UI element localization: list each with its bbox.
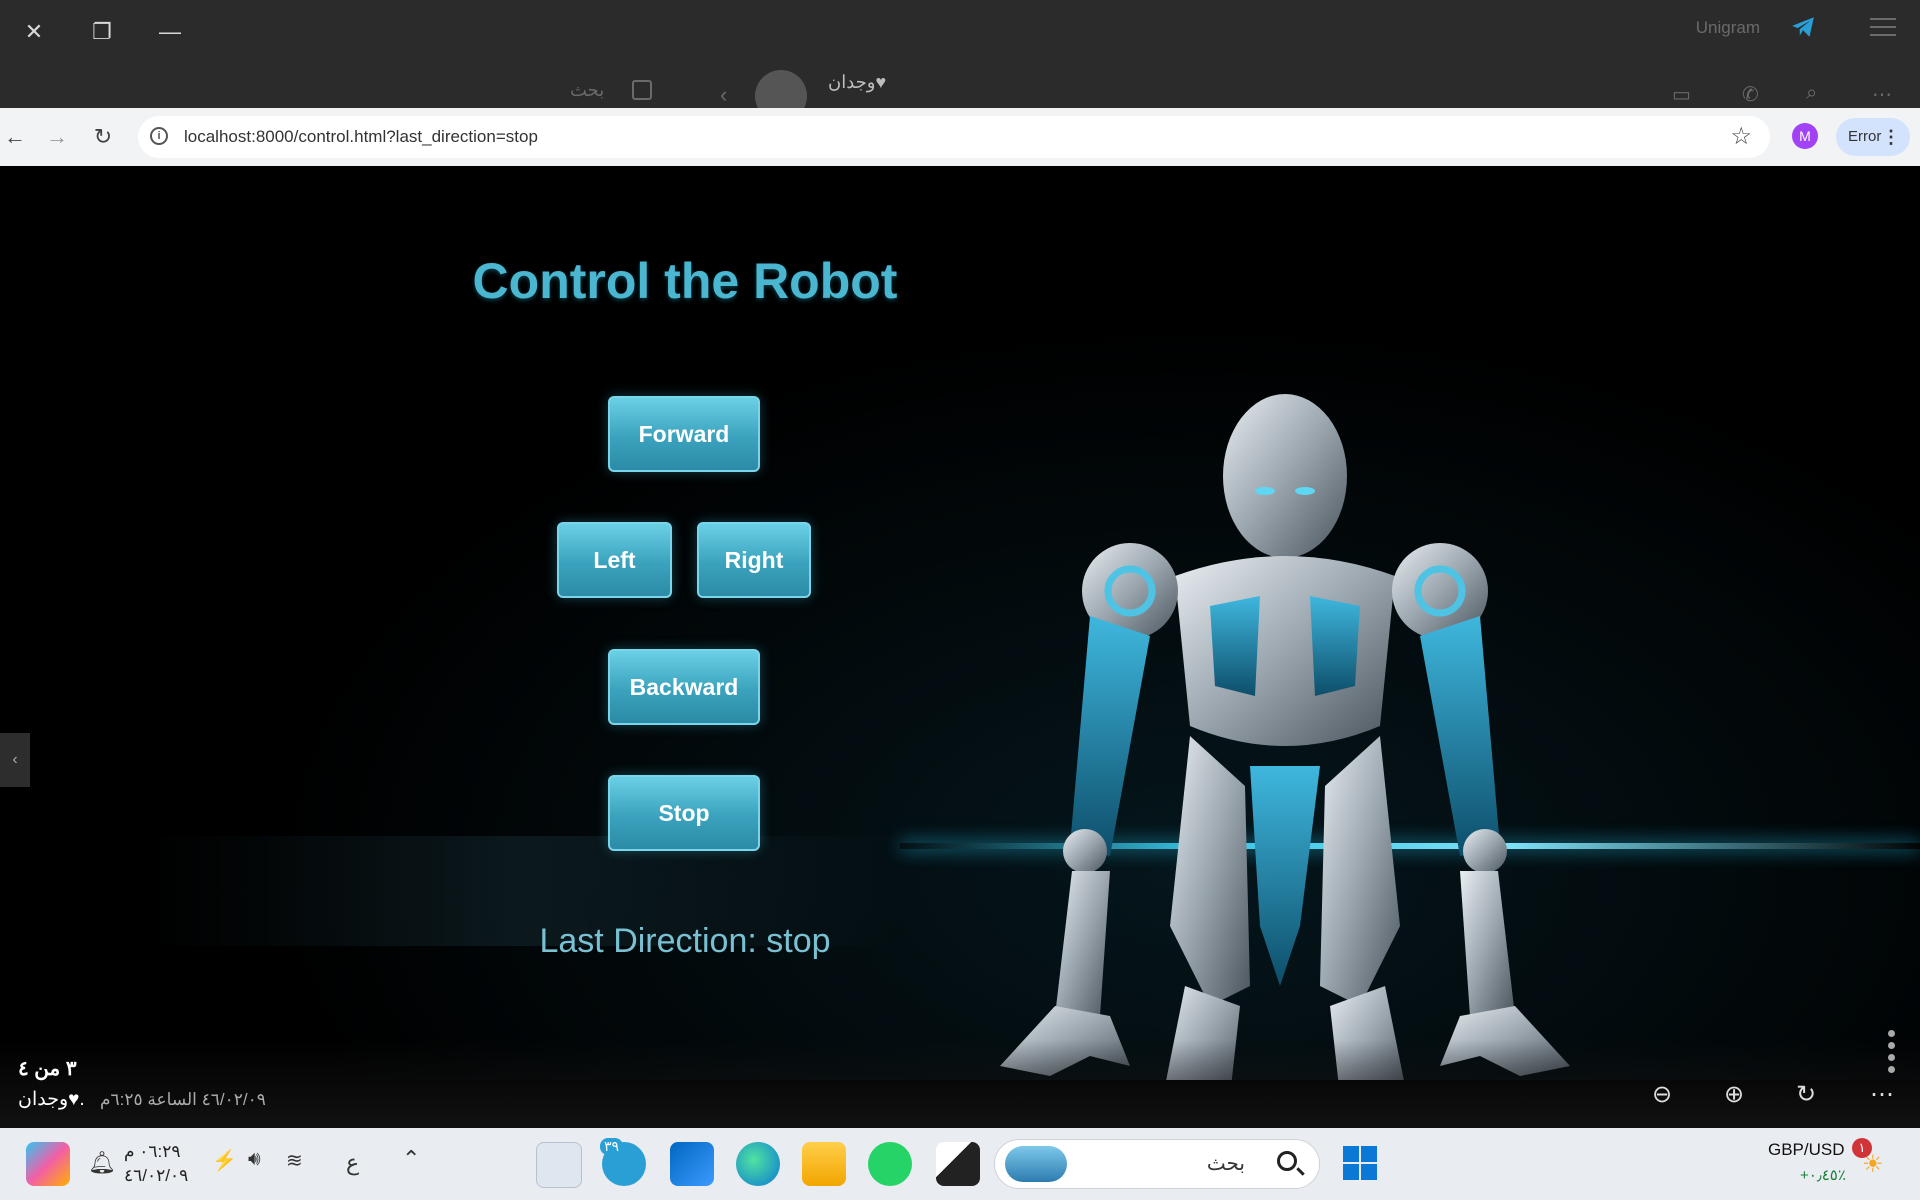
telegram-badge: ٣٩ [600, 1138, 624, 1155]
phone-icon[interactable]: ✆ [1742, 82, 1759, 107]
chevron-left-icon[interactable]: ‹ [0, 733, 30, 787]
zoom-out-icon[interactable]: ⊖ [1652, 1080, 1672, 1109]
minimize-icon[interactable]: — [152, 14, 188, 50]
notepad-icon[interactable] [536, 1142, 582, 1188]
search-icon[interactable]: ⌕ [1806, 82, 1817, 105]
taskbar: 🔔︎ ٠٦:٢٩ م ٤٦/٠٢/٠٩ ⚡ 🔊︎ ≋ ع ⌃ ٣٩ بحث GB… [0, 1128, 1920, 1200]
back-icon[interactable]: ← [0, 122, 30, 152]
more-icon[interactable]: ⋯ [1872, 82, 1892, 107]
app-name: Unigram [1695, 18, 1760, 37]
robot-image [1000, 394, 1570, 1080]
taskbar-search[interactable]: بحث [994, 1139, 1320, 1189]
chevron-left-icon[interactable]: ‹ [720, 82, 727, 108]
bookmark-star-icon[interactable]: ☆ [1730, 122, 1752, 151]
bell-icon[interactable]: 🔔︎ [88, 1150, 116, 1176]
sender-name[interactable]: وجدان♥. [18, 1088, 85, 1111]
restore-icon[interactable]: ❐ [84, 14, 120, 50]
profile-avatar[interactable]: M [1792, 123, 1818, 149]
fx-widget-change[interactable]: +٠٫٤٥٪ [1800, 1166, 1846, 1184]
search-icon [1277, 1151, 1297, 1171]
file-explorer-icon[interactable] [802, 1142, 846, 1186]
store-icon[interactable] [670, 1142, 714, 1186]
error-button[interactable]: Error ⋮ [1836, 118, 1910, 156]
telegram-titlebar: ✕ ❐ — Unigram بحث ‹ وجدان♥ ▭ ✆ ⌕ ⋯ [0, 0, 1920, 122]
zoom-in-icon[interactable]: ⊕ [1724, 1080, 1744, 1109]
language-indicator[interactable]: ع [346, 1150, 359, 1176]
forward-icon[interactable]: → [42, 122, 72, 152]
vertical-dots-icon[interactable] [1888, 1030, 1896, 1078]
search-placeholder: بحث [1206, 1153, 1245, 1175]
rotate-icon[interactable]: ↻ [1796, 1080, 1816, 1109]
page-title: Control the Robot [472, 253, 898, 309]
compose-icon[interactable] [632, 80, 652, 100]
chat-search-label[interactable]: بحث [570, 80, 604, 101]
last-direction-text: Last Direction: stop [539, 922, 831, 960]
clock-time[interactable]: ٠٦:٢٩ م [124, 1142, 181, 1162]
search-highlight-icon [1005, 1146, 1067, 1182]
robot-control-page: Control the Robot Forward Left Right Bac… [0, 166, 1920, 1080]
chat-name: وجدان♥ [828, 72, 887, 92]
stop-button[interactable]: Stop [608, 775, 760, 851]
windows-start-icon[interactable] [1342, 1145, 1378, 1181]
close-icon[interactable]: ✕ [16, 14, 52, 50]
fx-widget-pair[interactable]: GBP/USD [1768, 1140, 1845, 1160]
error-label: Error [1848, 128, 1882, 145]
address-bar[interactable]: i localhost:8000/control.html?last_direc… [138, 116, 1770, 158]
url-text[interactable]: localhost:8000/control.html?last_directi… [184, 127, 538, 147]
telegram-icon [1792, 17, 1814, 37]
info-icon[interactable]: i [150, 127, 168, 145]
backward-button[interactable]: Backward [608, 649, 760, 725]
whatsapp-icon[interactable] [868, 1142, 912, 1186]
right-button[interactable]: Right [697, 522, 811, 598]
media-viewer-bar: ٣ من ٤ وجدان♥. ٤٦/٠٢/٠٩ الساعة ٦:٢٥م ⊖ ⊕… [0, 1040, 1920, 1128]
browser-toolbar: ← → ↻ i localhost:8000/control.html?last… [0, 108, 1920, 166]
chevron-up-icon[interactable]: ⌃ [402, 1146, 420, 1172]
hamburger-menu-icon[interactable] [1870, 18, 1896, 38]
volume-icon[interactable]: 🔊︎ [248, 1148, 261, 1171]
wifi-icon[interactable]: ≋ [286, 1148, 303, 1173]
more-icon[interactable]: ⋯ [1870, 1080, 1894, 1109]
notification-badge: ١ [1852, 1138, 1872, 1158]
copilot-icon[interactable] [26, 1142, 70, 1186]
video-call-icon[interactable]: ▭ [1672, 82, 1691, 107]
left-button[interactable]: Left [557, 522, 672, 598]
reload-icon[interactable]: ↻ [88, 122, 118, 152]
kebab-menu-icon[interactable]: ⋮ [1882, 118, 1900, 156]
clock-date[interactable]: ٤٦/٠٢/٠٩ [124, 1166, 188, 1186]
app-icon[interactable] [936, 1142, 980, 1186]
media-counter: ٣ من ٤ [18, 1058, 77, 1080]
media-date: ٤٦/٠٢/٠٩ الساعة ٦:٢٥م [100, 1090, 266, 1109]
forward-button[interactable]: Forward [608, 396, 760, 472]
edge-icon[interactable] [736, 1142, 780, 1186]
battery-icon[interactable]: ⚡ [212, 1148, 237, 1173]
